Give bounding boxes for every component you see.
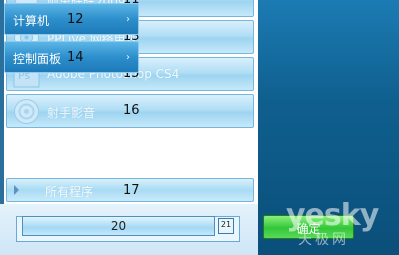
search-number: 20 [110, 219, 127, 233]
program-number: 16 [123, 103, 140, 118]
search-button-number: 21 [220, 220, 232, 229]
all-programs-number: 17 [123, 183, 140, 198]
right-item-computer[interactable]: 计算机 12 › [4, 3, 139, 35]
right-item-number: 12 [67, 12, 84, 27]
right-item-label: 控制面板 [13, 52, 62, 66]
all-programs-label: 所有程序 [45, 185, 94, 199]
program-item-splayer[interactable]: 射手影音 16 [6, 94, 254, 128]
all-programs-button[interactable]: 所有程序 17 [6, 178, 254, 202]
right-item-control-panel[interactable]: 控制面板 14 › [4, 41, 139, 73]
right-item-label: 计算机 [13, 14, 50, 28]
watermark-logo: yesky [286, 198, 379, 233]
watermark-subtitle: 天极网 [298, 232, 349, 248]
chevron-right-icon: › [126, 52, 130, 63]
program-label: 射手影音 [47, 106, 96, 120]
search-button[interactable]: 21 [218, 218, 234, 234]
arrow-right-icon [14, 185, 19, 195]
search-input[interactable]: 20 [22, 216, 215, 236]
chevron-right-icon: › [126, 14, 130, 25]
right-item-number: 14 [67, 50, 84, 65]
splayer-icon [13, 98, 40, 125]
